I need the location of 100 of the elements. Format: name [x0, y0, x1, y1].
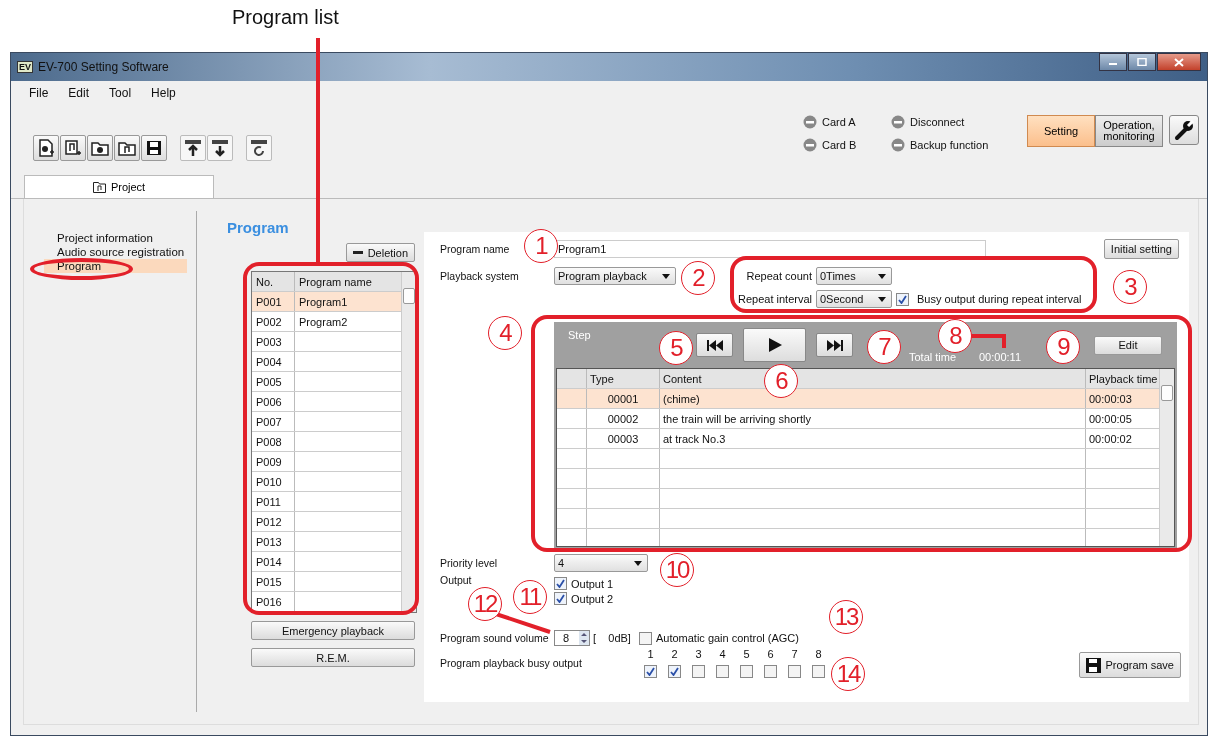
repeat-count-dropdown[interactable]: 0Times [816, 267, 892, 285]
checkbox[interactable] [740, 665, 753, 678]
table-cell-text: 00:00:03 [1088, 391, 1133, 407]
menu-item[interactable]: Help [151, 86, 176, 100]
status-label: Card B [822, 139, 857, 151]
program-name-field[interactable]: Program1 [554, 240, 986, 258]
status-label: Backup function [910, 139, 989, 151]
table-cell-text: 00:00:05 [1088, 411, 1133, 427]
field-label: Repeat interval [737, 293, 812, 305]
playback-system-dropdown[interactable]: Program playback [554, 267, 676, 285]
nav-item[interactable]: Project information [44, 231, 187, 245]
toolbar-button[interactable] [114, 135, 140, 161]
initial-setting-button[interactable]: Initial setting [1103, 239, 1179, 259]
menu-item[interactable]: File [29, 86, 49, 100]
window-title: EV-700 Setting Software [38, 60, 169, 74]
refresh-icon [250, 139, 268, 157]
scrollbar-thumb[interactable] [403, 288, 415, 304]
checkbox[interactable] [716, 665, 729, 678]
table-cell: P012 [252, 512, 295, 531]
field-label: Playback system [440, 270, 519, 282]
repeat-interval-dropdown[interactable]: 0Second [816, 290, 892, 308]
previous-button[interactable] [696, 333, 733, 357]
table-cell: 00001 [587, 389, 660, 408]
table-cell: P002 [252, 312, 295, 331]
caret-icon [634, 560, 642, 566]
toolbar-button[interactable] [246, 135, 272, 161]
total-time-label: Total time [909, 351, 958, 363]
wrench-icon [1173, 119, 1195, 141]
mode-button[interactable]: Setting [1027, 115, 1095, 147]
caret-icon [662, 273, 670, 279]
save-button[interactable] [141, 135, 167, 161]
mode-button[interactable]: Operation, monitoring [1095, 115, 1163, 147]
toolbar-button[interactable] [87, 135, 113, 161]
total-time-value: 00:00:11 [979, 351, 1021, 363]
upload-icon [184, 139, 202, 157]
table-cell: P003 [252, 332, 295, 351]
checkbox-label: Busy output during repeat interval [917, 293, 1082, 305]
table-cell: P016 [252, 592, 295, 611]
scrollbar-thumb[interactable] [1161, 385, 1173, 401]
priority-dropdown[interactable]: 4 [554, 554, 648, 572]
checkbox[interactable] [788, 665, 801, 678]
status-indicator-icon [803, 138, 817, 152]
status-label: Disconnect [910, 116, 965, 128]
status-label: Card A [822, 116, 856, 128]
table-cell: P013 [252, 532, 295, 551]
program-row[interactable]: P001 Program1 [252, 292, 401, 312]
table-cell: P004 [252, 352, 295, 371]
tool-button[interactable] [1169, 115, 1199, 145]
status-indicator-icon [891, 115, 905, 129]
field-label: Priority level [440, 557, 498, 569]
toolbar-button[interactable] [33, 135, 59, 161]
skip-back-icon [706, 339, 723, 351]
spin-arrows-icon [579, 631, 589, 645]
step-row[interactable]: 00002 the train will be arriving shortly 00:00:05 [557, 409, 1159, 429]
app-logo-icon: EV [17, 61, 33, 73]
program-save-button[interactable]: Program save [1078, 652, 1181, 678]
tab[interactable]: Project [24, 175, 214, 198]
field-label: Program sound volume [440, 632, 549, 644]
status-indicator-icon [803, 115, 817, 129]
checkbox-label: Output 1 [571, 577, 614, 590]
output-number: 1 [647, 648, 654, 660]
toolbar-button[interactable] [180, 135, 206, 161]
nav-item[interactable]: Audio source registration [44, 245, 187, 259]
checkbox[interactable] [644, 665, 657, 678]
status-indicator-icon [891, 138, 905, 152]
step-row[interactable]: 00001 (chime) 00:00:03 [557, 389, 1159, 409]
step-label: Step [568, 329, 592, 341]
toolbar-button[interactable] [207, 135, 233, 161]
menu-item[interactable]: Tool [109, 86, 132, 100]
maximize-button[interactable] [1128, 53, 1156, 71]
next-button[interactable] [816, 333, 853, 357]
checkbox[interactable] [764, 665, 777, 678]
close-button[interactable] [1157, 53, 1201, 71]
list-action-button[interactable]: R.E.M. [251, 648, 415, 667]
edit-button[interactable]: Edit [1094, 335, 1162, 355]
checkbox[interactable] [692, 665, 705, 678]
checkbox[interactable] [554, 592, 567, 605]
minimize-button[interactable] [1099, 53, 1127, 71]
volume-spin-field[interactable]: 8 [554, 630, 590, 646]
toolbar-button[interactable] [60, 135, 86, 161]
table-cell: the train will be arriving shortly [660, 409, 1086, 428]
volume-db-value: [ 0dB] [593, 632, 631, 644]
download-icon [211, 139, 229, 157]
field-label: Repeat count [745, 270, 812, 282]
output-number: 4 [719, 648, 726, 660]
step-row[interactable]: 00003 at track No.3 00:00:02 [557, 429, 1159, 449]
checkbox[interactable] [812, 665, 825, 678]
table-cell: P006 [252, 392, 295, 411]
checkbox[interactable] [668, 665, 681, 678]
scrollbar[interactable] [1159, 369, 1174, 546]
checkbox[interactable] [896, 292, 909, 306]
checkbox[interactable] [554, 577, 567, 590]
checkbox[interactable] [638, 631, 652, 645]
table-cell: P011 [252, 492, 295, 511]
deletion-button[interactable]: Deletion [345, 243, 415, 262]
table-cell: P015 [252, 572, 295, 591]
play-button[interactable] [743, 328, 806, 362]
menu-item[interactable]: Edit [68, 86, 90, 100]
checkbox-label: Automatic gain control (AGC) [655, 632, 799, 644]
list-action-button[interactable]: Emergency playback [251, 621, 415, 640]
